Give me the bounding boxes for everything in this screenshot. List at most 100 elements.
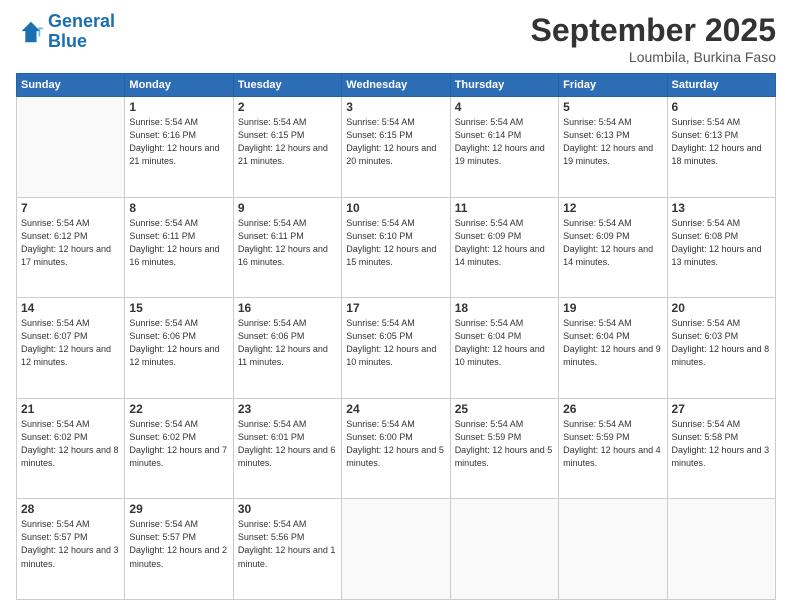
- day-info: Sunrise: 5:54 AM Sunset: 6:13 PM Dayligh…: [563, 116, 662, 168]
- day-number: 9: [238, 201, 337, 215]
- calendar-cell: 22 Sunrise: 5:54 AM Sunset: 6:02 PM Dayli…: [125, 398, 233, 499]
- day-number: 21: [21, 402, 120, 416]
- calendar-cell: 12Sunrise: 5:54 AM Sunset: 6:09 PM Dayli…: [559, 197, 667, 298]
- calendar-cell: 17 Sunrise: 5:54 AM Sunset: 6:05 PM Dayli…: [342, 298, 450, 399]
- calendar-cell: [450, 499, 558, 600]
- calendar-cell: 29Sunrise: 5:54 AM Sunset: 5:57 PM Dayli…: [125, 499, 233, 600]
- day-number: 28: [21, 502, 120, 516]
- title-location: Loumbila, Burkina Faso: [531, 49, 776, 65]
- calendar-cell: 21 Sunrise: 5:54 AM Sunset: 6:02 PM Dayli…: [17, 398, 125, 499]
- calendar-cell: 15 Sunrise: 5:54 AM Sunset: 6:06 PM Dayli…: [125, 298, 233, 399]
- day-number: 26: [563, 402, 662, 416]
- header: General Blue September 2025 Loumbila, Bu…: [16, 12, 776, 65]
- calendar-cell: 11 Sunrise: 5:54 AM Sunset: 6:09 PM Dayli…: [450, 197, 558, 298]
- day-number: 29: [129, 502, 228, 516]
- title-month: September 2025: [531, 12, 776, 49]
- calendar-cell: 16 Sunrise: 5:54 AM Sunset: 6:06 PM Dayli…: [233, 298, 341, 399]
- day-info: Sunrise: 5:54 AM Sunset: 6:00 PM Dayligh…: [346, 418, 445, 470]
- day-number: 12: [563, 201, 662, 215]
- day-number: 25: [455, 402, 554, 416]
- day-number: 3: [346, 100, 445, 114]
- calendar-cell: 24 Sunrise: 5:54 AM Sunset: 6:00 PM Dayli…: [342, 398, 450, 499]
- logo-icon: [16, 18, 44, 46]
- calendar-cell: 13 Sunrise: 5:54 AM Sunset: 6:08 PM Dayli…: [667, 197, 775, 298]
- day-number: 16: [238, 301, 337, 315]
- calendar-cell: 27Sunrise: 5:54 AM Sunset: 5:58 PM Dayli…: [667, 398, 775, 499]
- calendar-cell: 19Sunrise: 5:54 AM Sunset: 6:04 PM Dayli…: [559, 298, 667, 399]
- col-thursday: Thursday: [450, 74, 558, 97]
- day-number: 11: [455, 201, 554, 215]
- day-info: Sunrise: 5:54 AM Sunset: 6:06 PM Dayligh…: [129, 317, 228, 369]
- day-info: Sunrise: 5:54 AM Sunset: 5:59 PM Dayligh…: [563, 418, 662, 470]
- day-info: Sunrise: 5:54 AM Sunset: 5:58 PM Dayligh…: [672, 418, 771, 470]
- col-monday: Monday: [125, 74, 233, 97]
- day-info: Sunrise: 5:54 AM Sunset: 6:04 PM Dayligh…: [455, 317, 554, 369]
- day-info: Sunrise: 5:54 AM Sunset: 5:59 PM Dayligh…: [455, 418, 554, 470]
- day-info: Sunrise: 5:54 AM Sunset: 6:15 PM Dayligh…: [238, 116, 337, 168]
- logo-text: General Blue: [48, 12, 115, 52]
- day-number: 4: [455, 100, 554, 114]
- calendar-cell: [17, 97, 125, 198]
- calendar-cell: 23Sunrise: 5:54 AM Sunset: 6:01 PM Dayli…: [233, 398, 341, 499]
- day-number: 8: [129, 201, 228, 215]
- calendar-week-row: 1Sunrise: 5:54 AM Sunset: 6:16 PM Daylig…: [17, 97, 776, 198]
- page: General Blue September 2025 Loumbila, Bu…: [0, 0, 792, 612]
- day-info: Sunrise: 5:54 AM Sunset: 6:12 PM Dayligh…: [21, 217, 120, 269]
- calendar-cell: 18 Sunrise: 5:54 AM Sunset: 6:04 PM Dayli…: [450, 298, 558, 399]
- day-number: 1: [129, 100, 228, 114]
- day-info: Sunrise: 5:54 AM Sunset: 6:09 PM Dayligh…: [455, 217, 554, 269]
- calendar-cell: [342, 499, 450, 600]
- day-info: Sunrise: 5:54 AM Sunset: 6:05 PM Dayligh…: [346, 317, 445, 369]
- calendar-cell: 1Sunrise: 5:54 AM Sunset: 6:16 PM Daylig…: [125, 97, 233, 198]
- logo-line2: Blue: [48, 31, 87, 51]
- calendar-cell: 3 Sunrise: 5:54 AM Sunset: 6:15 PM Daylig…: [342, 97, 450, 198]
- day-info: Sunrise: 5:54 AM Sunset: 6:15 PM Dayligh…: [346, 116, 445, 168]
- calendar-cell: 30 Sunrise: 5:54 AM Sunset: 5:56 PM Dayli…: [233, 499, 341, 600]
- calendar-week-row: 21 Sunrise: 5:54 AM Sunset: 6:02 PM Dayli…: [17, 398, 776, 499]
- day-info: Sunrise: 5:54 AM Sunset: 6:14 PM Dayligh…: [455, 116, 554, 168]
- day-number: 24: [346, 402, 445, 416]
- calendar-cell: 10 Sunrise: 5:54 AM Sunset: 6:10 PM Dayli…: [342, 197, 450, 298]
- calendar-cell: 4 Sunrise: 5:54 AM Sunset: 6:14 PM Daylig…: [450, 97, 558, 198]
- calendar-week-row: 7 Sunrise: 5:54 AM Sunset: 6:12 PM Daylig…: [17, 197, 776, 298]
- day-info: Sunrise: 5:54 AM Sunset: 6:02 PM Dayligh…: [21, 418, 120, 470]
- calendar-cell: 7 Sunrise: 5:54 AM Sunset: 6:12 PM Daylig…: [17, 197, 125, 298]
- day-number: 2: [238, 100, 337, 114]
- logo: General Blue: [16, 12, 115, 52]
- col-tuesday: Tuesday: [233, 74, 341, 97]
- calendar-week-row: 28Sunrise: 5:54 AM Sunset: 5:57 PM Dayli…: [17, 499, 776, 600]
- day-number: 13: [672, 201, 771, 215]
- calendar-cell: 5 Sunrise: 5:54 AM Sunset: 6:13 PM Daylig…: [559, 97, 667, 198]
- calendar-cell: 28Sunrise: 5:54 AM Sunset: 5:57 PM Dayli…: [17, 499, 125, 600]
- day-number: 19: [563, 301, 662, 315]
- day-info: Sunrise: 5:54 AM Sunset: 6:08 PM Dayligh…: [672, 217, 771, 269]
- day-number: 7: [21, 201, 120, 215]
- calendar-header-row: Sunday Monday Tuesday Wednesday Thursday…: [17, 74, 776, 97]
- calendar-cell: 8 Sunrise: 5:54 AM Sunset: 6:11 PM Daylig…: [125, 197, 233, 298]
- day-info: Sunrise: 5:54 AM Sunset: 6:06 PM Dayligh…: [238, 317, 337, 369]
- day-number: 14: [21, 301, 120, 315]
- calendar-cell: 2 Sunrise: 5:54 AM Sunset: 6:15 PM Daylig…: [233, 97, 341, 198]
- day-info: Sunrise: 5:54 AM Sunset: 5:56 PM Dayligh…: [238, 518, 337, 570]
- day-number: 18: [455, 301, 554, 315]
- day-number: 30: [238, 502, 337, 516]
- day-info: Sunrise: 5:54 AM Sunset: 6:02 PM Dayligh…: [129, 418, 228, 470]
- calendar-cell: 20Sunrise: 5:54 AM Sunset: 6:03 PM Dayli…: [667, 298, 775, 399]
- day-number: 17: [346, 301, 445, 315]
- day-info: Sunrise: 5:54 AM Sunset: 6:10 PM Dayligh…: [346, 217, 445, 269]
- col-wednesday: Wednesday: [342, 74, 450, 97]
- day-info: Sunrise: 5:54 AM Sunset: 6:11 PM Dayligh…: [129, 217, 228, 269]
- day-info: Sunrise: 5:54 AM Sunset: 6:07 PM Dayligh…: [21, 317, 120, 369]
- col-sunday: Sunday: [17, 74, 125, 97]
- day-number: 15: [129, 301, 228, 315]
- calendar-cell: 14 Sunrise: 5:54 AM Sunset: 6:07 PM Dayli…: [17, 298, 125, 399]
- calendar-cell: 25 Sunrise: 5:54 AM Sunset: 5:59 PM Dayli…: [450, 398, 558, 499]
- col-saturday: Saturday: [667, 74, 775, 97]
- title-block: September 2025 Loumbila, Burkina Faso: [531, 12, 776, 65]
- day-number: 5: [563, 100, 662, 114]
- calendar-cell: [667, 499, 775, 600]
- day-info: Sunrise: 5:54 AM Sunset: 6:01 PM Dayligh…: [238, 418, 337, 470]
- day-number: 10: [346, 201, 445, 215]
- day-number: 6: [672, 100, 771, 114]
- day-number: 22: [129, 402, 228, 416]
